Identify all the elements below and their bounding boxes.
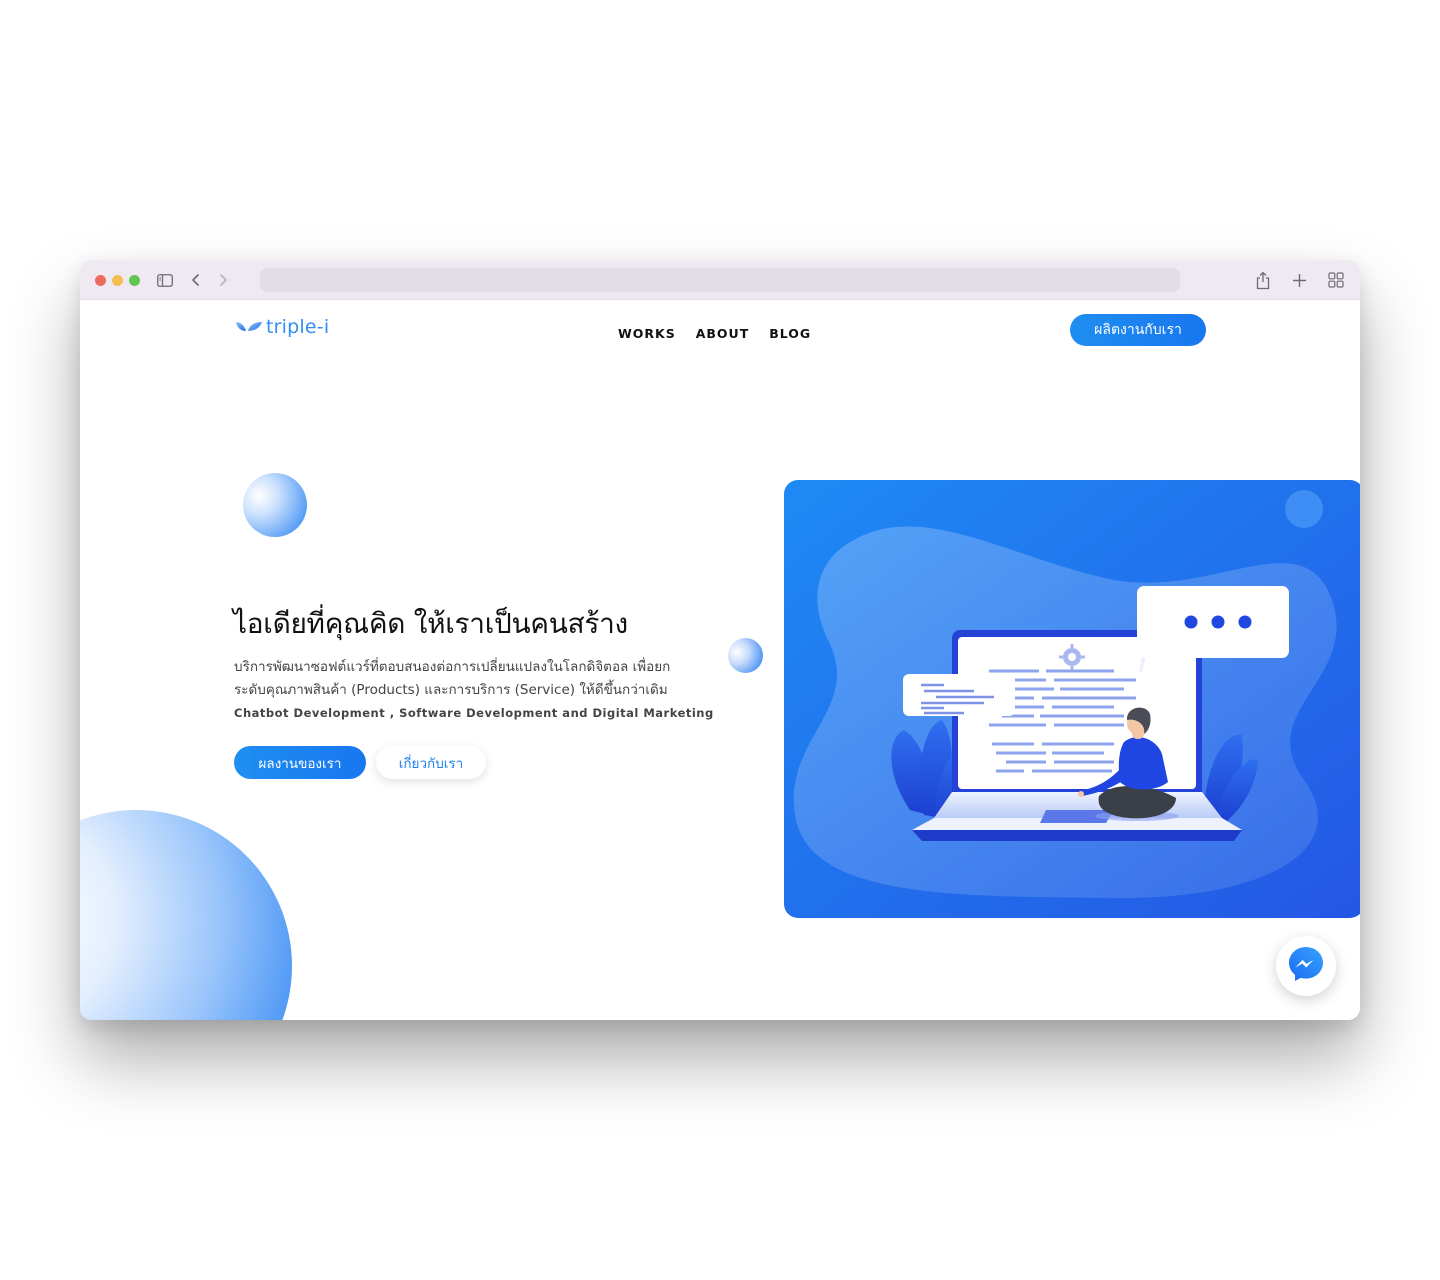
decorative-sphere-top xyxy=(243,473,307,537)
forward-icon[interactable] xyxy=(213,270,233,290)
address-bar[interactable] xyxy=(260,268,1180,292)
browser-toolbar xyxy=(80,260,1360,300)
share-icon[interactable] xyxy=(1253,270,1273,290)
web-page: triple-i WORKS ABOUT BLOG ผลิตงานกับเรา … xyxy=(80,300,1360,1020)
zoom-window-button[interactable] xyxy=(129,275,140,286)
nav-works[interactable]: WORKS xyxy=(618,326,676,341)
hero-title: ไอเดียที่คุณคิด ให้เราเป็นคนสร้าง xyxy=(233,607,628,640)
close-window-button[interactable] xyxy=(95,275,106,286)
nav-about[interactable]: ABOUT xyxy=(696,326,750,341)
decorative-sphere-small xyxy=(728,638,763,673)
sidebar-icon[interactable] xyxy=(155,270,175,290)
back-icon[interactable] xyxy=(186,270,206,290)
logo-wings-icon xyxy=(235,318,263,337)
hero-description: บริการพัฒนาซอฟต์แวร์ที่ตอบสนองต่อการเปลี… xyxy=(234,656,670,702)
tab-overview-icon[interactable] xyxy=(1326,270,1346,290)
messenger-chat-button[interactable] xyxy=(1276,936,1336,996)
hero-description-line-2: ระดับคุณภาพสินค้า (Products) และการบริกา… xyxy=(234,682,668,698)
hero-illustration xyxy=(784,480,1360,918)
browser-window: triple-i WORKS ABOUT BLOG ผลิตงานกับเรา … xyxy=(80,260,1360,1020)
hero-services-line: Chatbot Development , Software Developme… xyxy=(234,706,714,720)
messenger-icon xyxy=(1287,945,1325,987)
minimize-window-button[interactable] xyxy=(112,275,123,286)
decorative-sphere-large xyxy=(80,810,292,1020)
logo-text: triple-i xyxy=(266,316,330,338)
main-nav: WORKS ABOUT BLOG xyxy=(618,326,811,341)
about-us-button[interactable]: เกี่ยวกับเรา xyxy=(376,746,486,779)
new-tab-icon[interactable] xyxy=(1289,270,1309,290)
contact-button[interactable]: ผลิตงานกับเรา xyxy=(1070,314,1206,346)
hero-description-line-1: บริการพัฒนาซอฟต์แวร์ที่ตอบสนองต่อการเปลี… xyxy=(234,659,671,675)
site-logo[interactable]: triple-i xyxy=(235,316,329,338)
our-works-button[interactable]: ผลงานของเรา xyxy=(234,746,366,779)
nav-blog[interactable]: BLOG xyxy=(769,326,811,341)
